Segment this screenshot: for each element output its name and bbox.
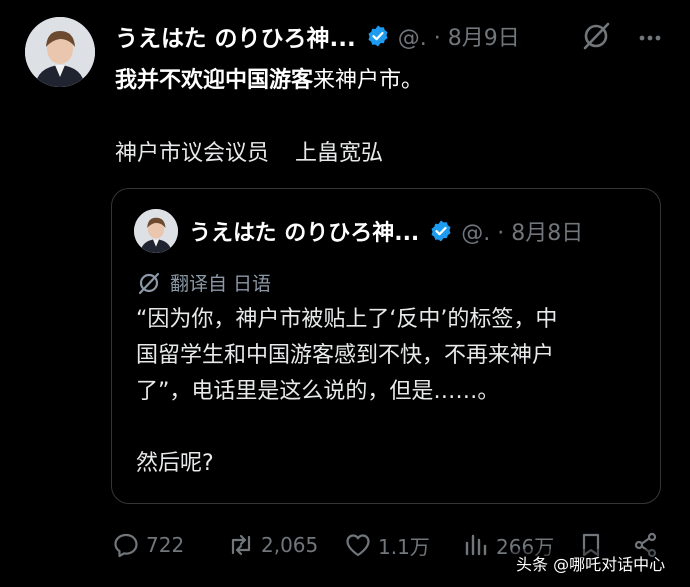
- like-count: 1.1万: [378, 534, 430, 559]
- more-icon[interactable]: [636, 24, 664, 52]
- post-text-rest: 来神户市。: [313, 68, 424, 93]
- quoted-avatar[interactable]: [134, 209, 178, 253]
- quoted-post[interactable]: うえはた のりひろ神... @. · 8月8日 翻译自 日语 “因为你，神户市被…: [111, 188, 661, 504]
- repost-icon: [231, 534, 251, 556]
- quoted-text-line: 然后呢?: [136, 451, 214, 476]
- verified-badge-icon: [429, 219, 453, 243]
- quoted-author-name[interactable]: うえはた のりひろ神...: [189, 215, 419, 247]
- translated-from[interactable]: 翻译自 日语: [136, 269, 271, 296]
- quoted-text-line: “因为你，神户市被贴上了‘反中’的标签，中: [136, 307, 558, 332]
- views-icon: [465, 534, 487, 556]
- quoted-header: うえはた のりひろ神... @. · 8月8日: [189, 213, 583, 249]
- author-name[interactable]: うえはた のりひろ神...: [115, 19, 356, 53]
- quoted-handle-and-date[interactable]: @. · 8月8日: [461, 215, 583, 247]
- reply-icon: [114, 533, 138, 558]
- reply-count: 722: [146, 533, 185, 557]
- watermark: 头条 @哪吒对话中心: [512, 549, 670, 577]
- signature-name: 上畠宽弘: [295, 141, 384, 166]
- translated-from-label: 翻译自 日语: [170, 273, 272, 295]
- repost-count: 2,065: [261, 533, 319, 557]
- like-button[interactable]: 1.1万: [344, 527, 430, 563]
- handle-and-date[interactable]: @. · 8月9日: [398, 20, 520, 52]
- verified-badge-icon: [366, 24, 390, 48]
- like-icon: [346, 534, 370, 557]
- signature-title: 神户市议会议员: [115, 141, 270, 166]
- quoted-text-line: 了”，电话里是这么说的，但是……。: [136, 379, 500, 404]
- translate-icon: [138, 272, 160, 294]
- post-text-line-1: 我并不欢迎中国游客来神户市。: [115, 62, 423, 94]
- post-avatar[interactable]: [25, 17, 95, 87]
- post-text-bold: 我并不欢迎中国游客: [115, 68, 314, 93]
- quoted-text-spacer: [136, 410, 636, 446]
- reply-button[interactable]: 722: [112, 527, 184, 563]
- repost-button[interactable]: 2,065: [227, 527, 318, 563]
- quoted-text: “因为你，神户市被贴上了‘反中’的标签，中 国留学生和中国游客感到不快，不再来神…: [136, 302, 636, 482]
- post-signature: 神户市议会议员 上畠宽弘: [115, 135, 409, 167]
- quoted-text-line: 国留学生和中国游客感到不快，不再来神户: [136, 343, 555, 368]
- grok-icon[interactable]: [580, 20, 612, 52]
